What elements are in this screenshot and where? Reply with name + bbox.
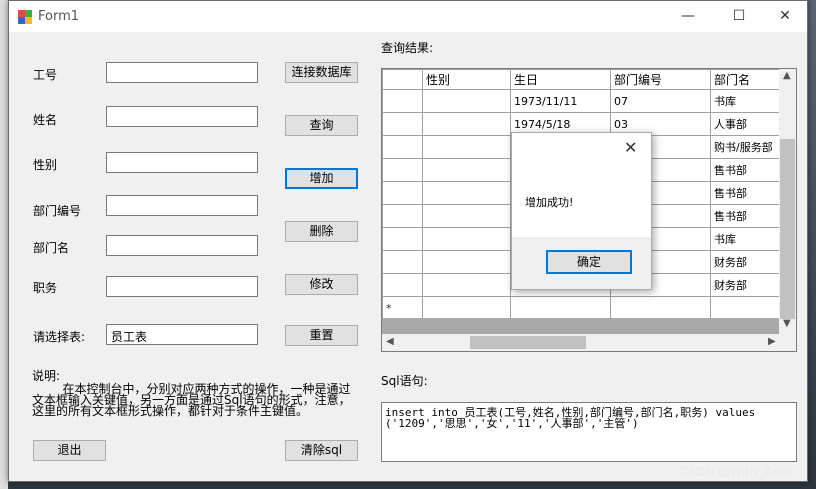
- dialog-ok-button[interactable]: 确定: [546, 250, 632, 274]
- column-header[interactable]: 生日: [510, 69, 611, 90]
- table-cell[interactable]: 人事部: [710, 112, 783, 136]
- watermark: CSDN @With_Zero: [680, 465, 791, 479]
- table-cell[interactable]: [422, 89, 511, 113]
- horizontal-scrollbar[interactable]: ◀ ▶: [382, 334, 782, 351]
- dialog-close-icon[interactable]: ✕: [624, 138, 637, 157]
- table-cell[interactable]: 书库: [710, 227, 783, 251]
- row-header[interactable]: [382, 250, 423, 274]
- table-header-row: 性别 生日 部门编号 部门名: [382, 69, 783, 90]
- sql-label: Sql语句:: [381, 374, 428, 388]
- reset-button[interactable]: 重置: [285, 325, 358, 346]
- label-employee-id: 工号: [33, 68, 58, 82]
- dialog-footer: 确定: [512, 237, 651, 289]
- chevron-down-icon[interactable]: ⌵: [111, 326, 253, 340]
- name-input[interactable]: [106, 106, 258, 127]
- table-cell[interactable]: 1973/11/11: [510, 89, 611, 113]
- table-cell[interactable]: 售书部: [710, 158, 783, 182]
- minimize-button[interactable]: —: [665, 1, 711, 32]
- table-cell[interactable]: 购书/服务部: [710, 135, 783, 159]
- row-header[interactable]: [382, 204, 423, 228]
- table-cell[interactable]: [422, 135, 511, 159]
- row-header[interactable]: [382, 273, 423, 297]
- modify-button[interactable]: 修改: [285, 274, 358, 295]
- dept-id-input[interactable]: [106, 195, 258, 216]
- row-header[interactable]: [382, 158, 423, 182]
- app-icon: [18, 10, 32, 24]
- row-header[interactable]: [382, 135, 423, 159]
- description: 说明: 在本控制台中，分别对应两种方式的操作，一种是通过文本框输入关键值，另一方…: [32, 369, 362, 418]
- column-header[interactable]: 部门名: [710, 69, 783, 90]
- label-dept-name: 部门名: [33, 241, 70, 255]
- description-text: 在本控制台中，分别对应两种方式的操作，一种是通过文本框输入关键值，另一方面是通过…: [32, 382, 351, 418]
- table-cell[interactable]: [710, 296, 783, 320]
- table-cell[interactable]: [422, 204, 511, 228]
- delete-button[interactable]: 删除: [285, 221, 358, 242]
- position-input[interactable]: [106, 276, 258, 297]
- dept-name-input[interactable]: [106, 235, 258, 256]
- scroll-left-icon[interactable]: ◀: [386, 336, 394, 347]
- vertical-scroll-thumb[interactable]: [780, 139, 795, 319]
- table-cell[interactable]: 07: [610, 89, 711, 113]
- vertical-scrollbar[interactable]: ▲: [779, 69, 796, 336]
- description-title: 说明:: [32, 369, 61, 383]
- row-header[interactable]: [382, 227, 423, 251]
- label-position: 职务: [33, 281, 58, 295]
- results-title: 查询结果:: [381, 41, 434, 55]
- label-select-table: 请选择表:: [33, 330, 86, 344]
- row-header[interactable]: [382, 89, 423, 113]
- scroll-down-icon[interactable]: ▼: [783, 318, 791, 329]
- column-header[interactable]: 部门编号: [610, 69, 711, 90]
- scroll-corner: ▼: [779, 318, 796, 351]
- table-cell[interactable]: [422, 250, 511, 274]
- sql-textarea[interactable]: insert into 员工表(工号,姓名,性别,部门编号,部门名,职务) va…: [381, 402, 797, 462]
- table-cell[interactable]: [422, 181, 511, 205]
- table-cell[interactable]: [510, 296, 611, 320]
- dialog-message: 增加成功!: [525, 196, 574, 209]
- gender-input[interactable]: [106, 152, 258, 173]
- new-row[interactable]: *: [382, 296, 783, 320]
- row-header[interactable]: [382, 112, 423, 136]
- query-button[interactable]: 查询: [285, 115, 358, 136]
- table-cell[interactable]: [422, 273, 511, 297]
- employee-id-input[interactable]: [106, 62, 258, 83]
- form-window: Form1 — ☐ ✕ 工号 姓名 性别 部门编号 部门名 职务 请选择表: 员…: [8, 0, 808, 482]
- scroll-up-icon[interactable]: ▲: [783, 70, 791, 81]
- maximize-button[interactable]: ☐: [716, 1, 762, 32]
- table-row[interactable]: 1973/11/11 07 书库: [382, 89, 783, 113]
- table-cell[interactable]: 财务部: [710, 273, 783, 297]
- clear-sql-button[interactable]: 清除sql: [285, 440, 358, 461]
- column-header[interactable]: 性别: [422, 69, 511, 90]
- horizontal-scroll-thumb[interactable]: [470, 336, 586, 349]
- new-row-marker[interactable]: *: [382, 296, 423, 320]
- message-dialog: ✕ 增加成功! 确定: [511, 132, 652, 290]
- label-gender: 性别: [33, 158, 58, 172]
- background-window-edge: [0, 0, 8, 489]
- table-cell[interactable]: 书库: [710, 89, 783, 113]
- table-cell[interactable]: [422, 112, 511, 136]
- table-select[interactable]: 员工表 ⌵: [106, 324, 258, 345]
- scroll-right-icon[interactable]: ▶: [768, 336, 776, 347]
- window-title: Form1: [38, 9, 80, 24]
- table-cell[interactable]: [422, 158, 511, 182]
- table-cell[interactable]: 财务部: [710, 250, 783, 274]
- row-header[interactable]: [382, 181, 423, 205]
- table-cell[interactable]: [422, 296, 511, 320]
- exit-button[interactable]: 退出: [33, 440, 106, 461]
- add-button[interactable]: 增加: [285, 168, 358, 189]
- close-button[interactable]: ✕: [762, 1, 808, 32]
- row-header-corner: [382, 69, 423, 90]
- label-dept-id: 部门编号: [33, 204, 82, 218]
- table-cell[interactable]: 售书部: [710, 204, 783, 228]
- table-cell[interactable]: 售书部: [710, 181, 783, 205]
- label-name: 姓名: [33, 113, 58, 127]
- title-bar[interactable]: Form1 — ☐ ✕: [9, 1, 807, 32]
- table-cell[interactable]: [610, 296, 711, 320]
- table-cell[interactable]: [422, 227, 511, 251]
- connect-db-button[interactable]: 连接数据库: [285, 62, 358, 83]
